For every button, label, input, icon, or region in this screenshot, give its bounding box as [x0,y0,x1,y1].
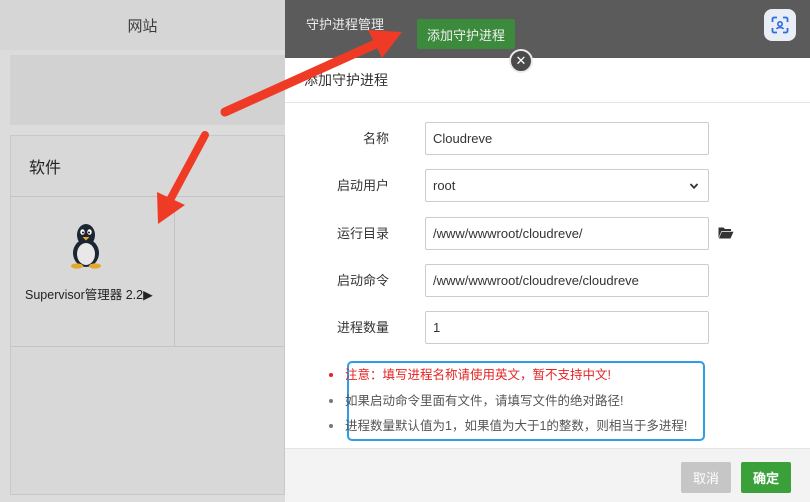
bullet-icon [329,398,333,403]
chevron-down-icon [689,183,699,190]
name-input[interactable]: Cloudreve [425,122,709,155]
scan-button[interactable] [764,9,796,41]
software-panel-title: 软件 [29,160,62,177]
add-daemon-button[interactable]: 添加守护进程 [417,19,515,49]
top-nav: 网站 [0,0,285,50]
process-count-label: 进程数量 [336,320,389,335]
linux-penguin-icon[interactable] [66,221,106,269]
directory-label: 运行目录 [336,226,389,241]
directory-input[interactable]: /www/wwwroot/cloudreve/ [425,217,709,250]
form-row-process-count: 进程数量 1 [285,311,810,345]
bullet-icon [329,423,333,428]
side-panel-header: 守护进程管理 添加守护进程 [285,0,810,58]
process-count-input[interactable]: 1 [425,311,709,344]
close-icon[interactable]: ✕ [509,49,533,73]
name-label: 名称 [362,131,389,146]
note-text: 如果启动命令里面有文件，请填写文件的绝对路径! [345,394,624,408]
cancel-button[interactable]: 取消 [681,462,731,493]
form-row-user: 启动用户 root [285,169,810,203]
command-label: 启动命令 [336,273,389,288]
confirm-button[interactable]: 确定 [741,462,791,493]
command-input[interactable]: /www/wwwroot/cloudreve/cloudreve [425,264,709,297]
nav-tab-website[interactable]: 网站 [0,0,285,50]
background-band [10,55,285,125]
scan-icon [771,16,789,34]
note-text: 注意：填写进程名称请使用英文，暂不支持中文! [345,368,611,382]
note-item: 进程数量默认值为1，如果值为大于1的整数，则相当于多进程! [329,415,687,434]
user-label: 启动用户 [336,178,389,193]
software-panel: 软件 Supervisor管理器 2.2▶ [10,135,285,495]
form-row-name: 名称 Cloudreve [285,122,810,156]
dialog-title: 添加守护进程 [285,58,810,103]
note-item: 如果启动命令里面有文件，请填写文件的绝对路径! [329,390,623,409]
bullet-icon [329,372,333,377]
grid-divider-horizontal [11,346,284,347]
form-row-command: 启动命令 /www/wwwroot/cloudreve/cloudreve [285,264,810,298]
side-panel-title: 守护进程管理 [306,17,385,32]
user-select-value: root [433,178,456,193]
user-select[interactable]: root [425,169,709,202]
form-row-directory: 运行目录 /www/wwwroot/cloudreve/ [285,217,810,251]
add-daemon-dialog: 添加守护进程 名称 Cloudreve 启动用户 root 运行目录 /www/… [285,58,810,502]
dialog-footer: 取消 确定 [285,448,810,502]
note-item: 注意：填写进程名称请使用英文，暂不支持中文! [329,364,611,383]
supervisor-app-label[interactable]: Supervisor管理器 2.2▶ [25,284,153,303]
panel-divider [11,196,284,197]
grid-divider-vertical [174,197,175,347]
note-text: 进程数量默认值为1，如果值为大于1的整数，则相当于多进程! [345,419,688,433]
folder-open-icon[interactable] [718,226,734,239]
